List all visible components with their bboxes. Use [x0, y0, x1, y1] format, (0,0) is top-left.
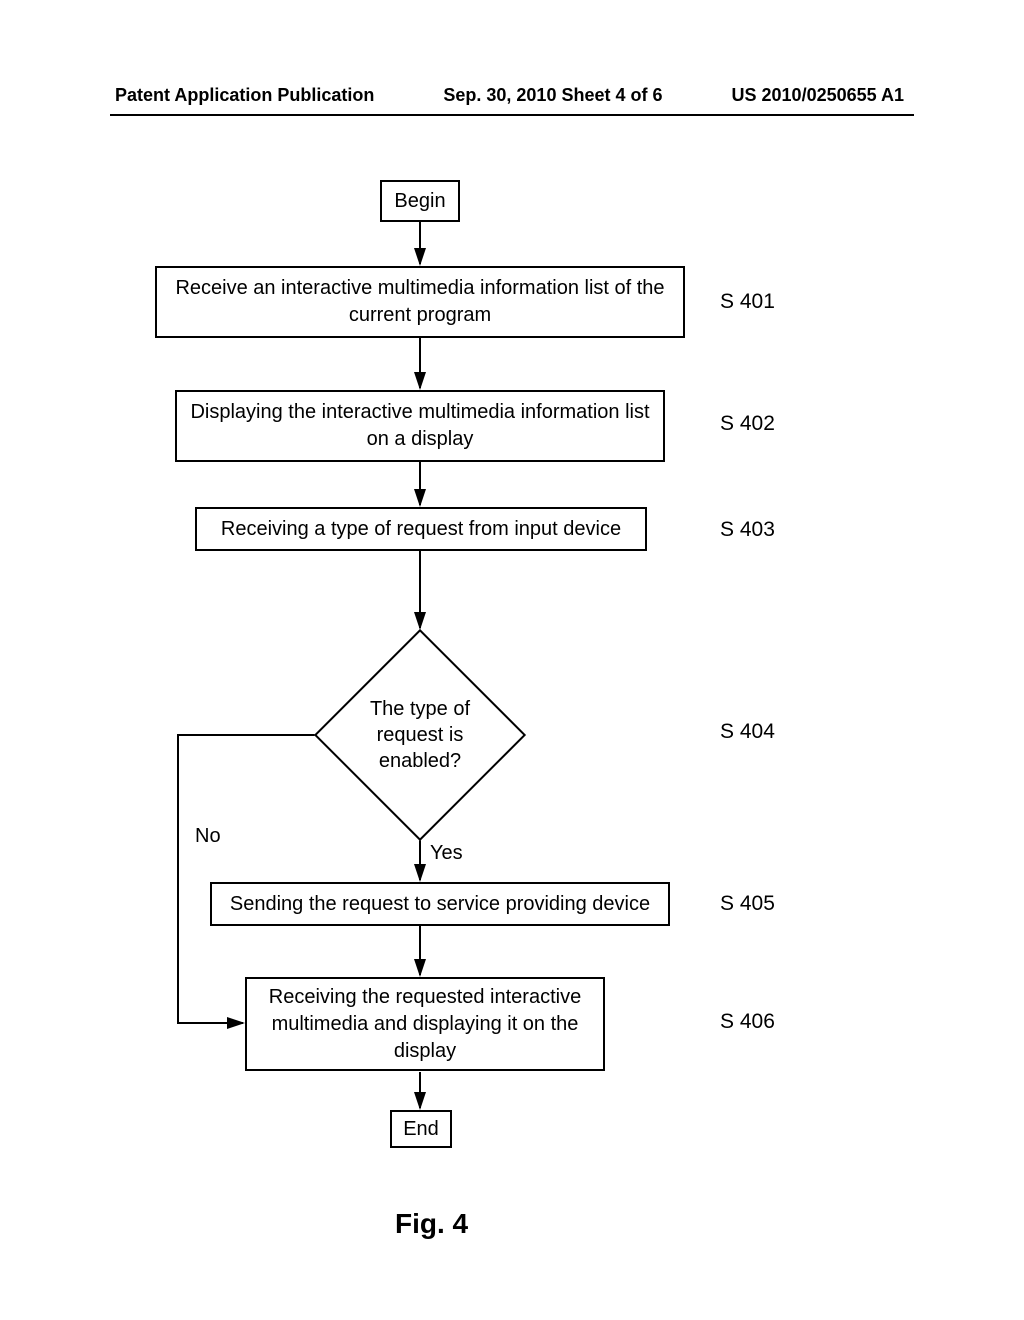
flowchart: Begin Receive an interactive multimedia …: [0, 0, 1024, 1320]
node-s405: Sending the request to service providing…: [210, 882, 670, 926]
node-s404: The type of request is enabled?: [315, 630, 525, 840]
node-end: End: [390, 1110, 452, 1148]
node-begin: Begin: [380, 180, 460, 222]
ref-s403: S 403: [720, 518, 775, 542]
node-s402-text: Displaying the interactive multimedia in…: [187, 399, 653, 453]
node-s401-text: Receive an interactive multimedia inform…: [167, 275, 673, 329]
figure-caption: Fig. 4: [395, 1208, 468, 1240]
node-s403-text: Receiving a type of request from input d…: [221, 516, 621, 543]
node-begin-label: Begin: [394, 188, 445, 215]
node-end-label: End: [403, 1116, 439, 1143]
label-yes: Yes: [430, 842, 463, 865]
ref-s401: S 401: [720, 290, 775, 314]
ref-s405: S 405: [720, 892, 775, 916]
ref-s402: S 402: [720, 412, 775, 436]
node-s402: Displaying the interactive multimedia in…: [175, 390, 665, 462]
node-s406: Receiving the requested interactive mult…: [245, 977, 605, 1071]
ref-s406: S 406: [720, 1010, 775, 1034]
label-no: No: [195, 825, 221, 848]
node-s405-text: Sending the request to service providing…: [230, 891, 650, 918]
node-s401: Receive an interactive multimedia inform…: [155, 266, 685, 338]
node-s404-text: The type of request is enabled?: [350, 696, 490, 774]
ref-s404: S 404: [720, 720, 775, 744]
node-s406-text: Receiving the requested interactive mult…: [257, 984, 593, 1065]
node-s403: Receiving a type of request from input d…: [195, 507, 647, 551]
